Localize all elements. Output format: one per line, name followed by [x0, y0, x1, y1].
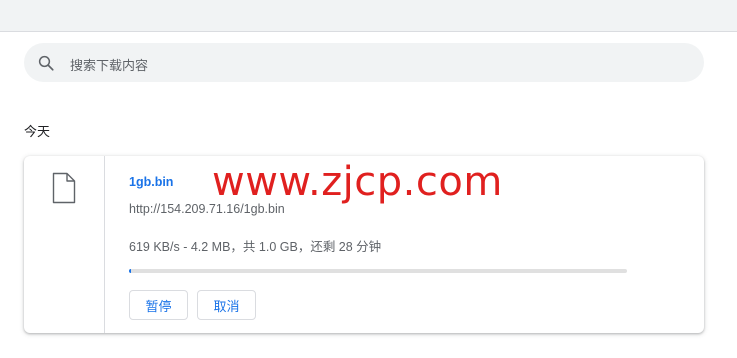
file-name-link[interactable]: 1gb.bin: [129, 175, 173, 189]
download-progress-fill: [129, 269, 131, 273]
file-icon: [52, 172, 76, 204]
pause-button[interactable]: 暂停: [129, 290, 188, 320]
file-icon-column: [24, 156, 105, 333]
search-icon: [38, 55, 54, 71]
cancel-button[interactable]: 取消: [197, 290, 256, 320]
search-bar[interactable]: 搜索下载内容: [24, 43, 704, 82]
date-section-title: 今天: [24, 124, 51, 139]
search-input[interactable]: 搜索下载内容: [70, 55, 148, 74]
top-bar: [0, 0, 737, 32]
download-status: 619 KB/s - 4.2 MB，共 1.0 GB，还剩 28 分钟: [129, 240, 382, 254]
watermark-text: www.zjcp.com: [212, 159, 503, 205]
download-progress-bar: [129, 269, 627, 273]
